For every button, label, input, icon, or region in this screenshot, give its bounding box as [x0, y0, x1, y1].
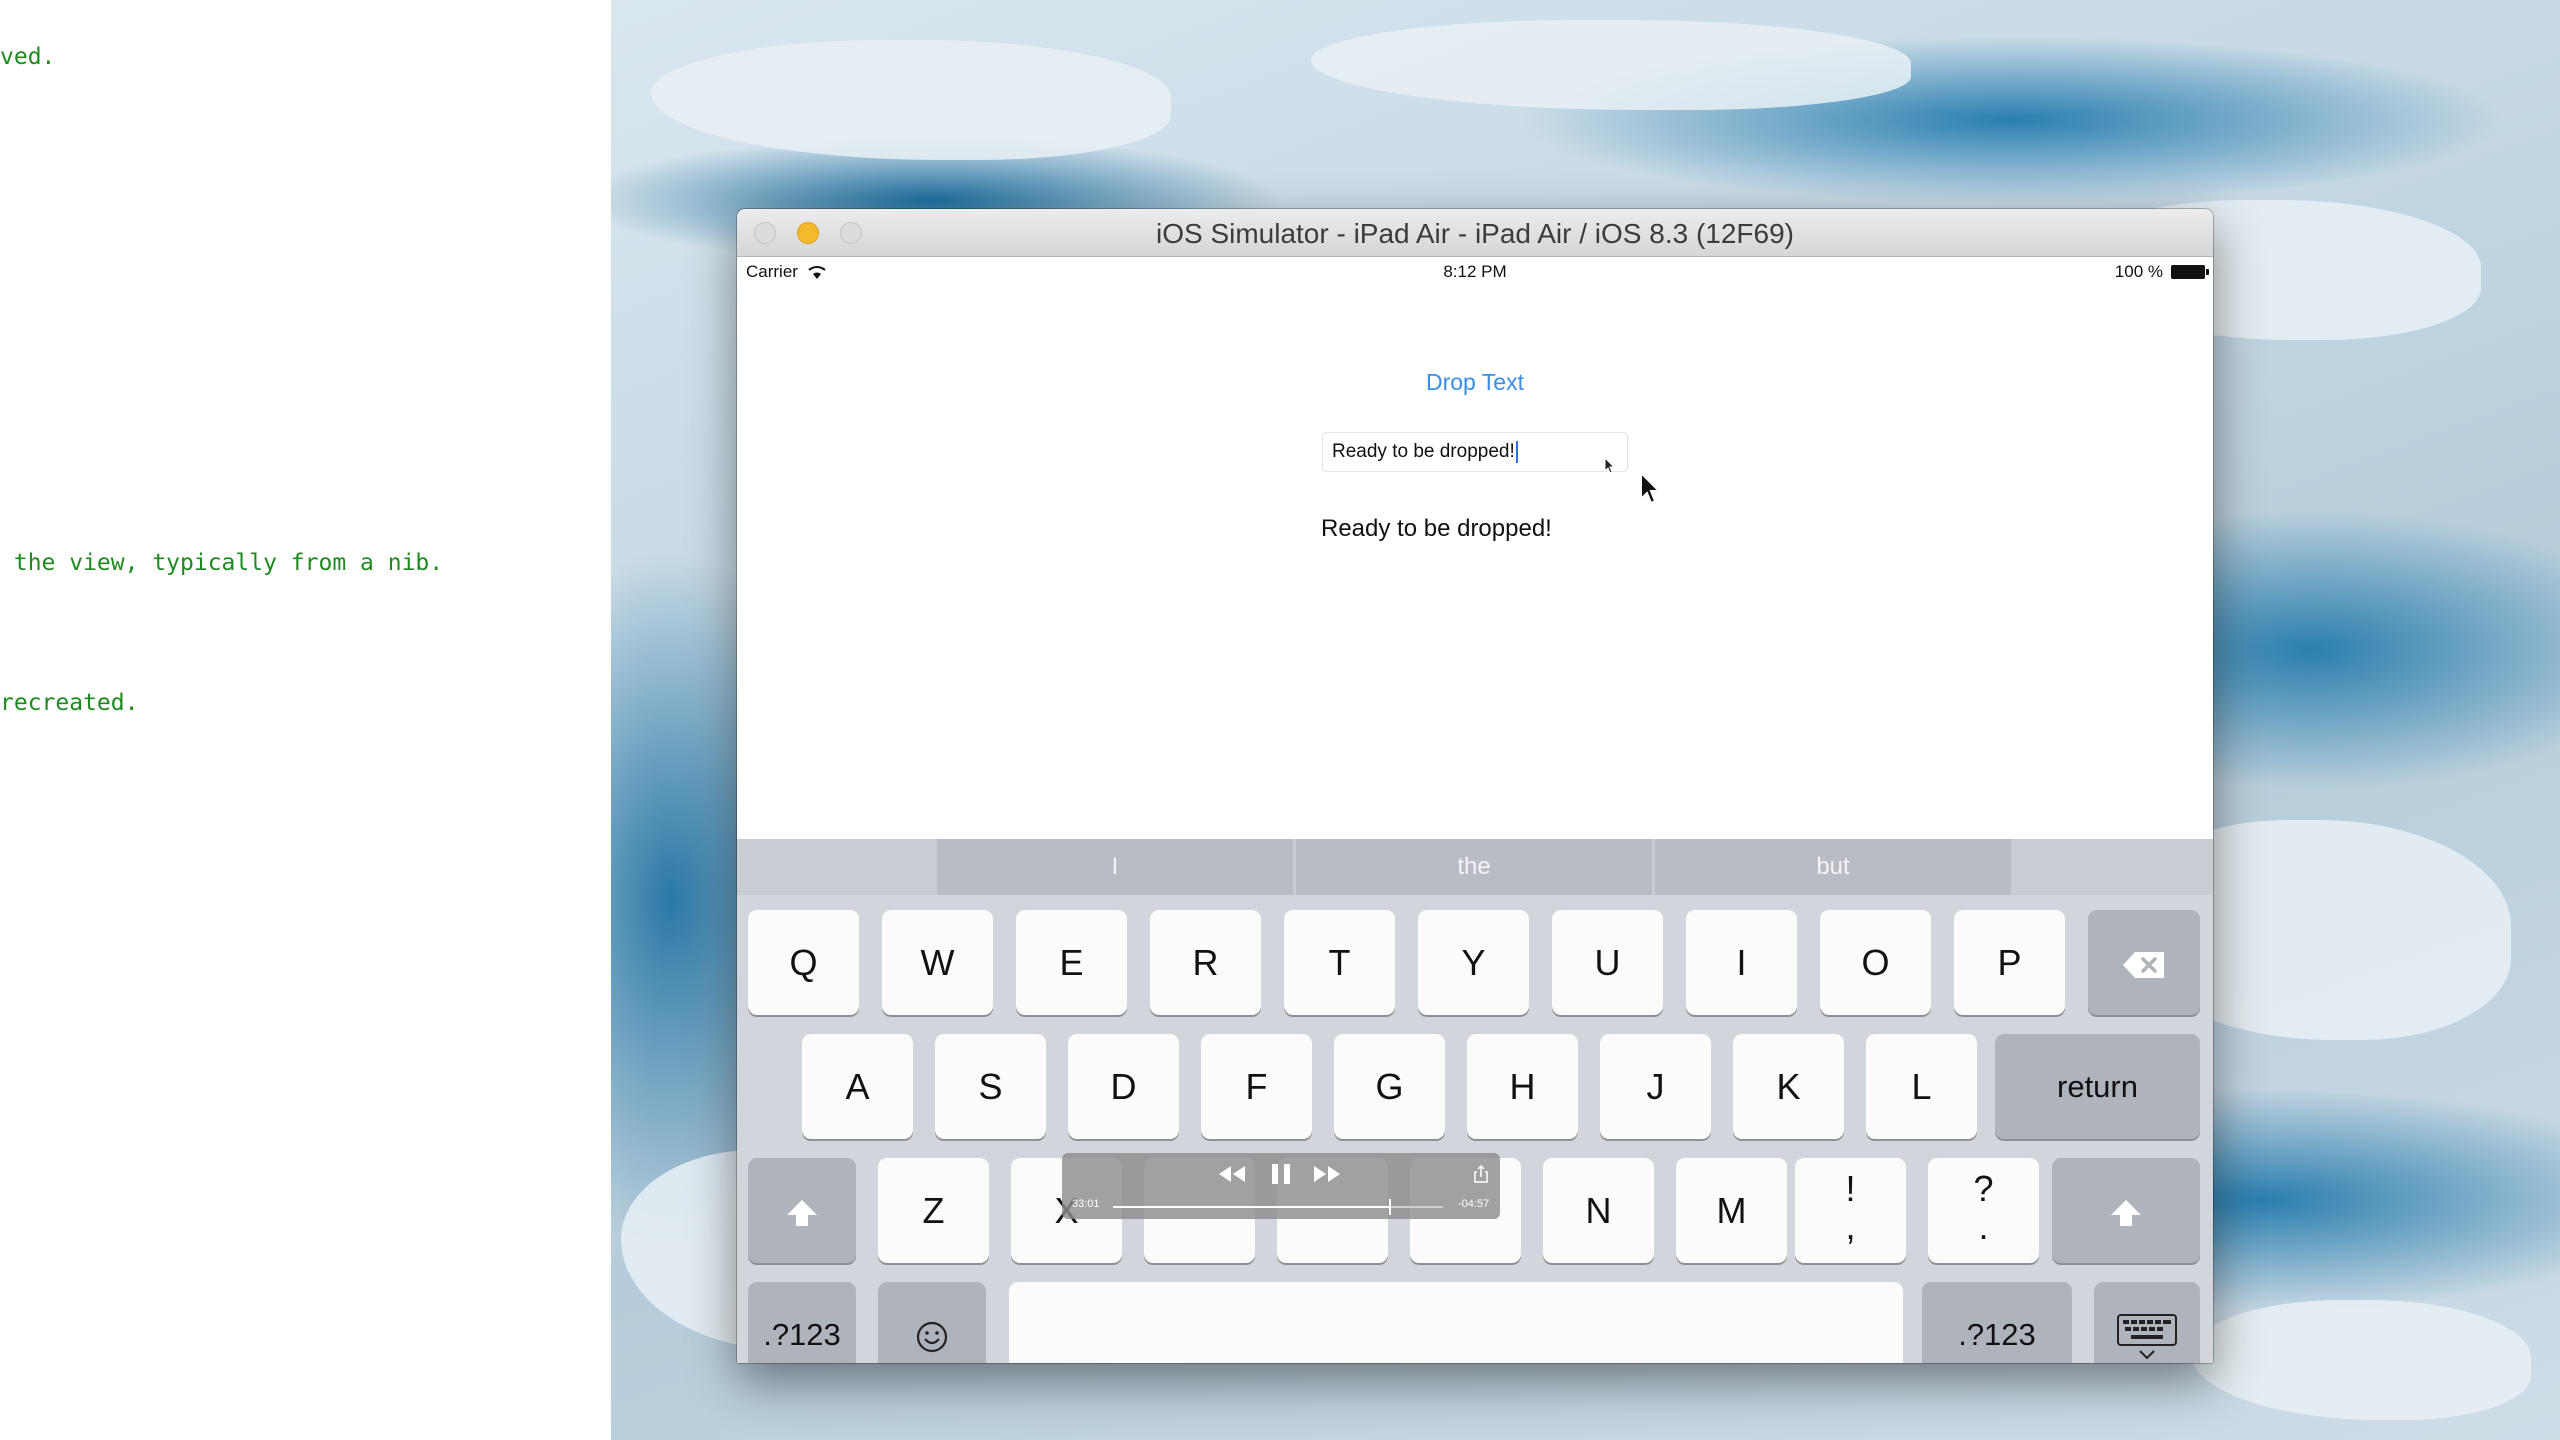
shift-key-right[interactable]	[2052, 1158, 2200, 1263]
key-a[interactable]: A	[802, 1034, 913, 1139]
key-o[interactable]: O	[1820, 910, 1931, 1015]
key-top-glyph: !	[1845, 1168, 1856, 1209]
key-l[interactable]: L	[1866, 1034, 1977, 1139]
key-h[interactable]: H	[1467, 1034, 1578, 1139]
emoji-icon	[916, 1322, 948, 1353]
prediction-suggestion[interactable]: I	[937, 839, 1293, 895]
numbers-key-left[interactable]: .?123	[748, 1282, 856, 1363]
dismiss-keyboard-key[interactable]	[2094, 1282, 2200, 1363]
elapsed-time: 33:01	[1072, 1198, 1100, 1210]
key-top-glyph: ?	[1973, 1168, 1994, 1209]
key-y[interactable]: Y	[1418, 910, 1529, 1015]
key-bottom-glyph: ,	[1845, 1206, 1856, 1247]
status-time: 8:12 PM	[1443, 262, 1507, 281]
key-d[interactable]: D	[1068, 1034, 1179, 1139]
remaining-time: -04:57	[1458, 1198, 1490, 1210]
key-u[interactable]: U	[1552, 910, 1663, 1015]
key-n[interactable]: N	[1543, 1158, 1654, 1263]
prediction-bar: I the but	[737, 839, 2213, 895]
key-w[interactable]: W	[882, 910, 993, 1015]
key-exclaim-comma[interactable]: ! ,	[1795, 1158, 1906, 1263]
cursor-icon	[1604, 457, 1616, 474]
drop-text-button[interactable]: Drop Text	[737, 369, 2213, 396]
fast-forward-icon[interactable]	[1312, 1159, 1342, 1195]
battery-percent: 100 %	[2114, 262, 2163, 281]
key-question-period[interactable]: ? .	[1928, 1158, 2039, 1263]
keyboard-dismiss-icon	[2117, 1314, 2177, 1360]
key-m[interactable]: M	[1676, 1158, 1787, 1263]
pause-icon[interactable]	[1267, 1159, 1295, 1195]
title-bar[interactable]: iOS Simulator - iPad Air - iPad Air / iO…	[737, 209, 2213, 257]
window-title: iOS Simulator - iPad Air - iPad Air / iO…	[1155, 218, 1794, 249]
mouse-pointer-icon	[1640, 471, 1662, 505]
shift-key-left[interactable]	[748, 1158, 856, 1263]
key-j[interactable]: J	[1600, 1034, 1711, 1139]
key-q[interactable]: Q	[748, 910, 859, 1015]
key-e[interactable]: E	[1016, 910, 1127, 1015]
text-input-field[interactable]: Ready to be dropped!	[1322, 432, 1628, 472]
key-bottom-glyph: .	[1978, 1206, 1989, 1247]
emoji-key[interactable]	[878, 1282, 986, 1363]
key-s[interactable]: S	[935, 1034, 1046, 1139]
code-line: ved.	[0, 44, 56, 70]
scrubber-thumb[interactable]	[1389, 1199, 1392, 1215]
backspace-key[interactable]	[2088, 910, 2200, 1015]
backspace-icon	[2123, 952, 2164, 979]
code-line: recreated.	[0, 690, 139, 716]
text-field-value: Ready to be dropped!	[1332, 441, 1515, 462]
ipad-keyboard[interactable]: I the but Q W E R T Y U I O P A S D F G …	[737, 839, 2213, 1363]
key-g[interactable]: G	[1334, 1034, 1445, 1139]
return-key[interactable]: return	[1995, 1034, 2200, 1139]
status-bar: Carrier 8:12 PM 100 %	[737, 257, 2213, 285]
code-editor[interactable]: ved. the view, typically from a nib. rec…	[0, 0, 612, 1440]
scrubber-played	[1113, 1206, 1391, 1208]
key-f[interactable]: F	[1201, 1034, 1312, 1139]
prediction-suggestion[interactable]: the	[1296, 839, 1652, 895]
share-icon[interactable]	[1474, 1159, 1488, 1189]
prediction-suggestion[interactable]: but	[1655, 839, 2011, 895]
key-p[interactable]: P	[1954, 910, 2065, 1015]
key-t[interactable]: T	[1284, 910, 1395, 1015]
result-label: Ready to be dropped!	[1321, 515, 1552, 542]
code-line: the view, typically from a nib.	[0, 550, 444, 576]
video-player-controls[interactable]: 33:01 -04:57	[1062, 1153, 1500, 1219]
shift-icon	[2111, 1200, 2141, 1227]
battery-icon	[2171, 265, 2209, 279]
key-z[interactable]: Z	[878, 1158, 989, 1263]
scrubber-track[interactable]	[1113, 1199, 1443, 1215]
space-bar[interactable]	[1009, 1282, 1903, 1363]
key-k[interactable]: K	[1733, 1034, 1844, 1139]
numbers-key-right[interactable]: .?123	[1922, 1282, 2072, 1363]
key-i[interactable]: I	[1686, 910, 1797, 1015]
key-r[interactable]: R	[1150, 910, 1261, 1015]
rewind-icon[interactable]	[1217, 1159, 1247, 1195]
shift-icon	[787, 1200, 817, 1227]
text-caret	[1515, 441, 1518, 463]
